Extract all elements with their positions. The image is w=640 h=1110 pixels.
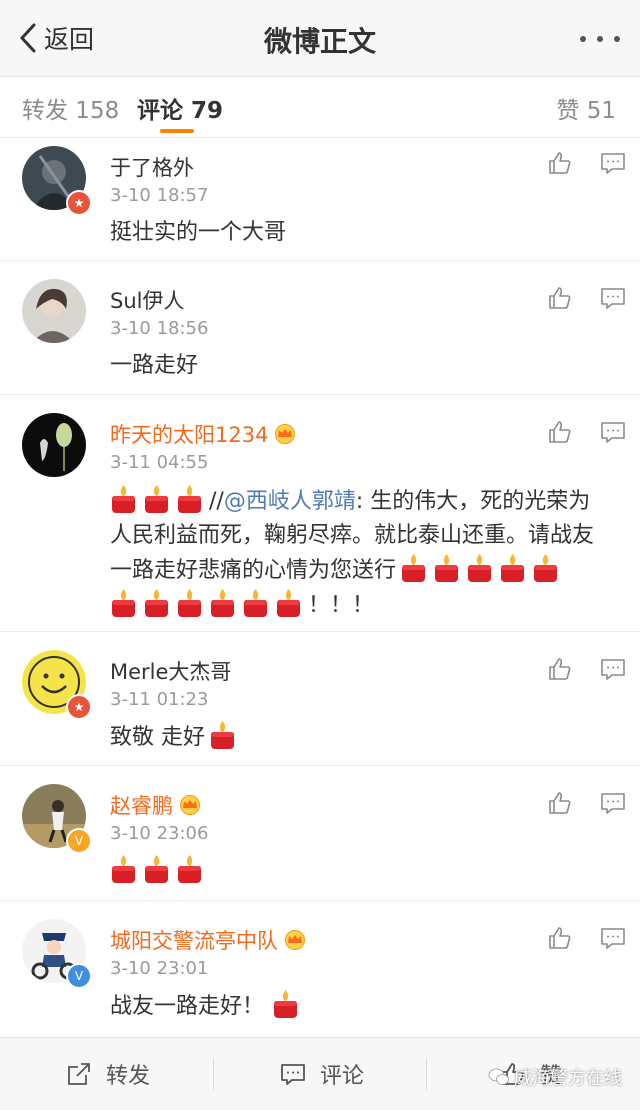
verified-badge: ★ [66, 694, 92, 720]
comment-username[interactable]: 昨天的太阳1234 [110, 419, 299, 449]
comment-username[interactable]: 城阳交警流亭中队 [110, 925, 309, 955]
comment-item: ★ 于了格外 3-10 18:57 挺壮实的一个大哥 [0, 138, 640, 261]
verified-badge: ★ [66, 190, 92, 216]
candle-emoji-icon [143, 484, 170, 514]
comment-time: 3-10 23:06 [110, 823, 209, 844]
comment-item: 昨天的太阳1234 3-11 04:55 //@西岐人郭靖: 生的伟大，死的光荣… [0, 395, 640, 632]
page-title: 微博正文 [263, 25, 376, 58]
candle-emoji-icon [209, 720, 236, 750]
comment-text: //@西岐人郭靖: 生的伟大，死的光荣为 人民利益而死，鞠躬尽瘁。就比泰山还重。… [110, 484, 615, 623]
comment-text: 一路走好 [110, 353, 199, 378]
tab-active-indicator [160, 129, 194, 133]
verified-badge: V [66, 963, 92, 989]
candle-emoji-icon [499, 553, 526, 583]
tab-repost[interactable]: 转发 158 [22, 91, 119, 125]
comment-text: 战友一路走好！ [110, 989, 615, 1024]
candle-emoji-icon [110, 484, 137, 514]
comment-text: 致敬 走好 [110, 720, 615, 755]
candle-emoji-icon [143, 588, 170, 618]
candle-emoji-icon [110, 854, 137, 884]
watermark: 威海警方在线 [488, 1064, 622, 1090]
candle-emoji-icon [110, 588, 137, 618]
comment-time: 3-11 04:55 [110, 452, 209, 473]
comment-username[interactable]: Sul伊人 [110, 285, 184, 315]
comment-button[interactable]: 评论 [280, 1038, 364, 1110]
candle-emoji-icon [400, 553, 427, 583]
candle-emoji-icon [209, 588, 236, 618]
thumbs-up-icon[interactable] [547, 419, 573, 445]
candle-emoji-icon [176, 588, 203, 618]
comment-username[interactable]: Merle大杰哥 [110, 656, 231, 686]
thumbs-up-icon[interactable] [547, 656, 573, 682]
nav-bar: 返回 微博正文 [0, 0, 640, 77]
repost-button[interactable]: 转发 [66, 1038, 150, 1110]
avatar[interactable] [22, 279, 86, 343]
more-dots-icon [580, 36, 586, 42]
reply-icon[interactable] [600, 925, 626, 951]
comment-icon [281, 1064, 305, 1085]
reply-icon[interactable] [600, 790, 626, 816]
vip-crown-icon [281, 930, 309, 950]
comment-time: 3-11 01:23 [110, 689, 209, 710]
more-button[interactable] [580, 24, 620, 54]
comment-item: ★ Merle大杰哥 3-11 01:23 致敬 走好 [0, 632, 640, 766]
candle-emoji-icon [466, 553, 493, 583]
reply-icon[interactable] [600, 656, 626, 682]
candle-emoji-icon [433, 553, 460, 583]
comment-time: 3-10 18:57 [110, 185, 209, 206]
comment-username[interactable]: 于了格外 [110, 152, 194, 182]
divider [426, 1058, 427, 1090]
comment-username[interactable]: 赵睿鹏 [110, 790, 204, 820]
candle-emoji-icon [275, 588, 302, 618]
reply-icon[interactable] [600, 419, 626, 445]
comment-item: Sul伊人 3-10 18:56 一路走好 [0, 261, 640, 395]
avatar[interactable] [22, 413, 86, 477]
comment-item: V 赵睿鹏 3-10 23:06 [0, 766, 640, 901]
tab-bar: 转发 158 评论 79 赞 51 [0, 77, 640, 138]
reply-icon[interactable] [600, 150, 626, 176]
tab-comment[interactable]: 评论 79 [137, 91, 223, 125]
verified-badge: V [66, 828, 92, 854]
comment-time: 3-10 18:56 [110, 318, 209, 339]
thumbs-up-icon[interactable] [547, 285, 573, 311]
thumbs-up-icon[interactable] [547, 790, 573, 816]
thumbs-up-icon[interactable] [547, 925, 573, 951]
tab-like[interactable]: 赞 51 [556, 91, 616, 125]
candle-emoji-icon [176, 484, 203, 514]
share-icon [68, 1063, 90, 1085]
candle-emoji-icon [143, 854, 170, 884]
comment-item: V 城阳交警流亭中队 3-10 23:01 战友一路走好！ [0, 901, 640, 1036]
vip-crown-icon [176, 795, 204, 815]
comment-text: 挺壮实的一个大哥 [110, 220, 287, 245]
candle-emoji-icon [272, 989, 299, 1019]
comment-text [110, 854, 615, 889]
reply-icon[interactable] [600, 285, 626, 311]
mention-link[interactable]: @西岐人郭靖 [224, 489, 356, 514]
comment-time: 3-10 23:01 [110, 958, 209, 979]
candle-emoji-icon [176, 854, 203, 884]
divider [213, 1058, 214, 1090]
vip-crown-icon [271, 424, 299, 444]
candle-emoji-icon [532, 553, 559, 583]
candle-emoji-icon [242, 588, 269, 618]
wechat-icon [488, 1068, 509, 1085]
thumbs-up-icon[interactable] [547, 150, 573, 176]
